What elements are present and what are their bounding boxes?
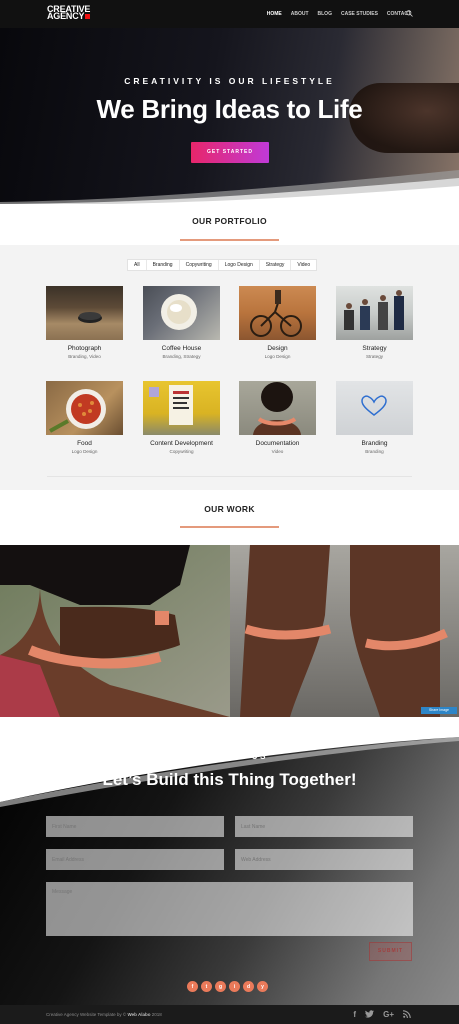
portfolio-title: Design (267, 345, 288, 352)
email-field[interactable] (46, 849, 224, 870)
hero-title: We Bring Ideas to Life (96, 94, 363, 124)
portfolio-item-strategy[interactable]: Strategy Strategy (336, 286, 413, 359)
portfolio-heading: OUR PORTFOLIO (192, 216, 267, 226)
logo[interactable]: CREATIVE AGENCY (47, 5, 91, 21)
heart-icon (361, 395, 387, 416)
footer-rss-icon[interactable] (402, 1010, 411, 1020)
logo-line-2: AGENCY (47, 11, 85, 21)
google-plus-icon[interactable]: g (215, 981, 226, 992)
hero-subtitle: CREATIVITY IS OUR LIFESTYLE (124, 76, 335, 86)
filter-logo-design[interactable]: Logo Design (219, 260, 260, 270)
hero-curve-divider (0, 170, 459, 204)
footer-brand-link[interactable]: Web Alabo (127, 1012, 150, 1017)
portfolio-heading-underline (180, 239, 279, 241)
footer-social-icons: f G+ (353, 1010, 411, 1020)
filter-branding[interactable]: Branding (147, 260, 180, 270)
page: CREATIVE AGENCY HOME ABOUT BLOG CASE STU… (0, 0, 459, 1024)
menu-item-home[interactable]: HOME (267, 11, 282, 17)
portfolio-divider (47, 476, 412, 477)
last-name-field[interactable] (235, 816, 413, 837)
portfolio-title: Food (77, 440, 92, 447)
portfolio-thumb (239, 286, 316, 340)
portfolio-thumb (46, 381, 123, 435)
filter-copywriting[interactable]: Copywriting (180, 260, 219, 270)
portfolio-thumb (336, 286, 413, 340)
main-menu: HOME ABOUT BLOG CASE STUDIES CONTACT (267, 11, 411, 17)
dribbble-icon[interactable]: d (243, 981, 254, 992)
contact-curve-divider (0, 717, 459, 807)
footer-credit: Creative Agency Website Template by © We… (46, 1012, 162, 1017)
menu-item-case-studies[interactable]: CASE STUDIES (341, 11, 378, 17)
portfolio-category: Copywriting (169, 449, 194, 454)
filter-all[interactable]: All (128, 260, 147, 270)
youtube-icon[interactable]: y (257, 981, 268, 992)
footer-facebook-icon[interactable]: f (353, 1010, 356, 1020)
portfolio-title: Coffee House (161, 345, 202, 352)
website-field[interactable] (235, 849, 413, 870)
portfolio-title: Strategy (362, 345, 387, 352)
portfolio-item-coffee-house[interactable]: Coffee House Branding, Strategy (143, 286, 220, 359)
work-heading-underline (180, 526, 279, 528)
facebook-icon[interactable]: f (187, 981, 198, 992)
portfolio-item-content-development[interactable]: Content Development Copywriting (143, 381, 220, 454)
first-name-field[interactable] (46, 816, 224, 837)
portfolio-title: Branding (361, 440, 388, 447)
portfolio-title: Documentation (255, 440, 300, 447)
portfolio-title: Photograph (67, 345, 102, 352)
get-started-button[interactable]: GET STARTED (191, 142, 269, 163)
menu-item-blog[interactable]: BLOG (318, 11, 332, 17)
work-heading: OUR WORK (204, 504, 255, 514)
contact-section: CONTACT US Let’s Build this Thing Togeth… (0, 717, 459, 1005)
portfolio-item-documentation[interactable]: Documentation Video (239, 381, 316, 454)
twitter-icon[interactable]: t (201, 981, 212, 992)
search-icon[interactable] (406, 10, 413, 17)
portfolio-title: Content Development (150, 440, 213, 447)
portfolio-category: Logo Design (71, 449, 98, 454)
logo-square-icon (85, 14, 91, 19)
hero-section: CREATIVITY IS OUR LIFESTYLE We Bring Ide… (0, 28, 459, 204)
submit-button[interactable]: SUBMIT (369, 942, 412, 961)
portfolio-category: Branding (365, 449, 384, 454)
portfolio-item-photograph[interactable]: Photograph Branding, Video (46, 286, 123, 359)
social-icons: f t g i d y (187, 981, 268, 992)
footer: Creative Agency Website Template by © We… (0, 1005, 459, 1024)
portfolio-category: Branding, Strategy (162, 354, 201, 359)
menu-item-about[interactable]: ABOUT (291, 11, 309, 17)
portfolio-thumb (143, 286, 220, 340)
work-gallery-image (0, 545, 459, 717)
portfolio-item-design[interactable]: Design Logo Design (239, 286, 316, 359)
portfolio-item-food[interactable]: Food Logo Design (46, 381, 123, 454)
contact-title: Let’s Build this Thing Together! (102, 770, 357, 789)
instagram-icon[interactable]: i (229, 981, 240, 992)
contact-subtitle: CONTACT US (191, 752, 268, 761)
portfolio-thumb (46, 286, 123, 340)
portfolio-filters: All Branding Copywriting Logo Design Str… (127, 259, 318, 271)
portfolio-item-branding[interactable]: Branding Branding (336, 381, 413, 454)
portfolio-category: Logo Design (264, 354, 291, 359)
filter-video[interactable]: Video (291, 260, 316, 270)
portfolio-thumb (143, 381, 220, 435)
portfolio-category: Strategy (365, 354, 384, 359)
message-field[interactable] (46, 882, 413, 936)
portfolio-thumb (336, 381, 413, 435)
footer-google-plus-icon[interactable]: G+ (383, 1010, 394, 1020)
filter-strategy[interactable]: Strategy (260, 260, 292, 270)
portfolio-category: Video (271, 449, 284, 454)
share-image-button[interactable]: Share Image (421, 707, 457, 714)
footer-twitter-icon[interactable] (365, 1010, 375, 1020)
portfolio-thumb (239, 381, 316, 435)
top-navbar: CREATIVE AGENCY HOME ABOUT BLOG CASE STU… (0, 0, 459, 28)
portfolio-category: Branding, Video (68, 354, 101, 359)
